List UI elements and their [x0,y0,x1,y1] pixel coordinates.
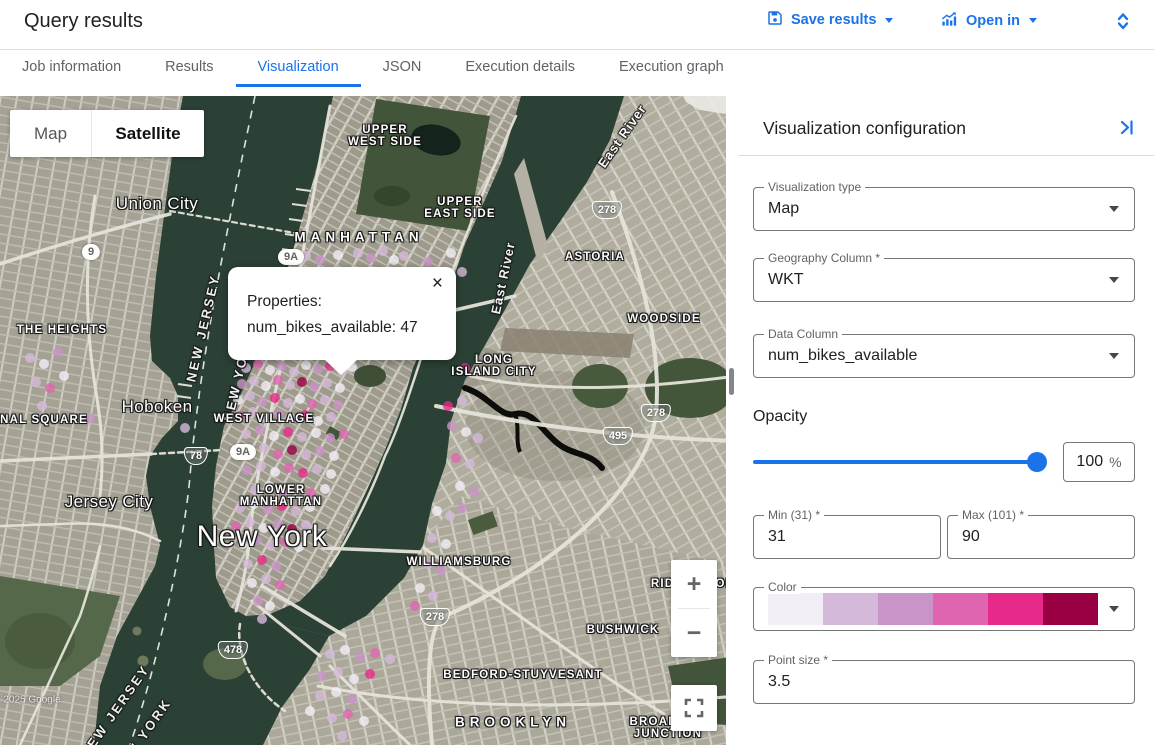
geography-column-select[interactable]: Geography Column * WKT [753,258,1135,302]
visualization-type-select[interactable]: Visualization type Map [753,187,1135,231]
results-tab-bar: Job informationResultsVisualizationJSONE… [0,50,1154,96]
opacity-label: Opacity [753,408,1135,426]
opacity-slider[interactable] [753,442,1047,482]
feature-popup: × Properties: num_bikes_available: 47 [228,267,456,360]
fullscreen-button[interactable] [671,685,717,731]
satellite-imagery [0,96,726,745]
zoom-out-button[interactable]: − [671,609,717,657]
chevron-down-icon [1109,606,1119,612]
save-results-button[interactable]: Save results [766,9,893,31]
panel-header: Visualization configuration [738,96,1154,156]
page-title: Query results [24,10,143,33]
tab-execution-graph[interactable]: Execution graph [597,50,746,87]
visualization-config-panel: Visualization configuration Visualizatio… [738,96,1154,745]
pane-resize-handle[interactable] [729,368,734,395]
tab-json[interactable]: JSON [361,50,444,87]
popup-properties-title: Properties: [247,289,442,315]
open-in-caret-icon [1029,18,1037,23]
tab-execution-details[interactable]: Execution details [443,50,597,87]
min-value-field[interactable]: Min (31) * 31 [753,515,941,559]
tab-job-information[interactable]: Job information [0,50,143,87]
opacity-slider-thumb[interactable] [1027,452,1047,472]
opacity-value-field[interactable]: 100 % [1063,442,1135,482]
chevron-down-icon [1109,206,1119,212]
chevron-down-icon [1109,353,1119,359]
save-results-caret-icon [885,18,893,23]
collapse-results-icon[interactable] [1111,9,1135,33]
zoom-control: + − [671,560,717,657]
bigquery-query-results: Query results Save results Open in [0,0,1154,745]
toolbar: Query results Save results Open in [0,0,1154,50]
tab-results[interactable]: Results [143,50,235,87]
popup-pointer [324,359,358,375]
color-gradient-swatch [768,593,1098,625]
max-value-field[interactable]: Max (101) * 90 [947,515,1135,559]
chart-icon [940,9,959,32]
data-column-select[interactable]: Data Column num_bikes_available [753,334,1135,378]
pane-gutter [726,96,738,745]
collapse-panel-icon[interactable] [1117,118,1136,142]
color-scale-select[interactable]: Color [753,587,1135,631]
map-type-map-button[interactable]: Map [10,110,92,157]
popup-property-row: num_bikes_available: 47 [247,315,442,341]
map-type-satellite-button[interactable]: Satellite [92,110,204,157]
popup-close-icon[interactable]: × [432,273,443,295]
map-type-toggle: Map Satellite [10,110,204,157]
save-icon [766,9,784,31]
point-size-field[interactable]: Point size * 3.5 [753,660,1135,704]
open-in-button[interactable]: Open in [940,9,1037,32]
map-canvas[interactable]: Union CityUPPER WEST SIDEMANHATTANUPPER … [0,96,726,745]
chevron-down-icon [1109,277,1119,283]
zoom-in-button[interactable]: + [671,560,717,608]
panel-title: Visualization configuration [763,118,966,139]
tab-visualization[interactable]: Visualization [236,50,361,87]
